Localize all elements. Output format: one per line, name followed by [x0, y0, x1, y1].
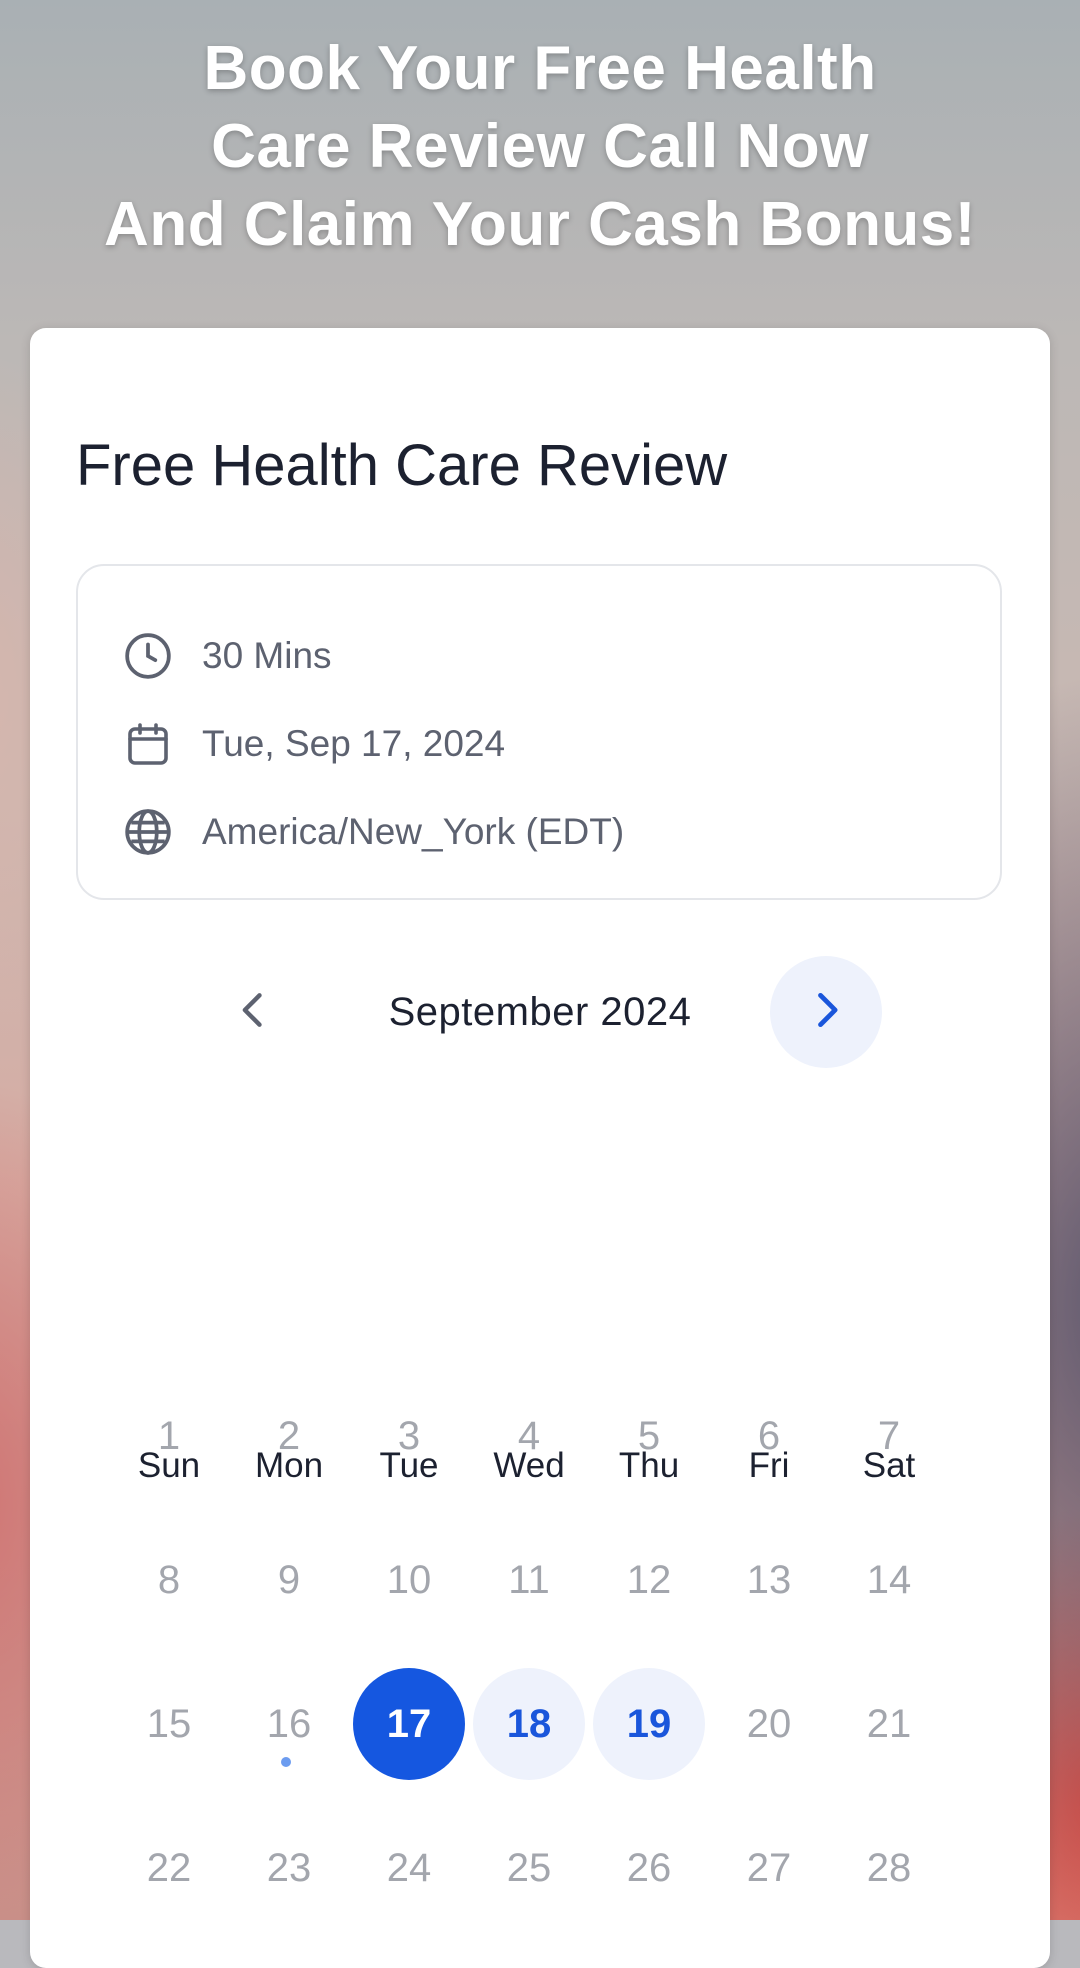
calendar-day: 9 [277, 1557, 301, 1602]
calendar-day: 6 [757, 1413, 781, 1458]
calendar-day: 1 [157, 1413, 181, 1458]
event-details: 30 Mins Tue, Sep 17, 2024 America/New_Yo… [76, 564, 1002, 900]
calendar-day: 8 [157, 1557, 181, 1602]
headline-line-3: And Claim Your Cash Bonus! [104, 190, 976, 259]
page-headline: Book Your Free Health Care Review Call N… [0, 30, 1080, 264]
next-month-button[interactable] [770, 956, 882, 1068]
duration-row: 30 Mins [122, 628, 332, 684]
calendar-day-available[interactable]: 19 [593, 1668, 705, 1780]
calendar-icon [122, 718, 174, 770]
calendar-day: 5 [637, 1413, 661, 1458]
calendar-day: 21 [866, 1701, 912, 1746]
month-navigation: September 2024 [30, 956, 1050, 1068]
duration-text: 30 Mins [202, 635, 332, 676]
calendar-day: 22 [146, 1845, 192, 1890]
headline-line-2: Care Review Call Now [211, 112, 869, 181]
timezone-row: America/New_York (EDT) [122, 804, 624, 860]
globe-icon [122, 806, 174, 858]
chevron-right-icon [804, 988, 848, 1037]
calendar-day: 13 [746, 1557, 792, 1602]
booking-card: Free Health Care Review 30 Mins Tue, Sep… [30, 328, 1050, 1968]
date-row: Tue, Sep 17, 2024 [122, 716, 505, 772]
calendar-day: 7 [877, 1413, 901, 1458]
clock-icon [122, 630, 174, 682]
date-text: Tue, Sep 17, 2024 [202, 723, 506, 764]
event-title: Free Health Care Review [76, 433, 728, 498]
calendar-day: 3 [397, 1413, 421, 1458]
month-label: September 2024 [388, 990, 692, 1034]
calendar-day-available[interactable]: 18 [473, 1668, 585, 1780]
calendar-day: 2 [277, 1413, 301, 1458]
calendar-day: 12 [626, 1557, 672, 1602]
calendar-day: 20 [746, 1701, 792, 1746]
chevron-left-icon [232, 988, 276, 1037]
calendar-day-selected[interactable]: 17 [353, 1668, 465, 1780]
calendar-day: 15 [146, 1701, 192, 1746]
calendar-day: 26 [626, 1845, 672, 1890]
headline-line-1: Book Your Free Health [203, 34, 877, 103]
calendar-day: 4 [517, 1413, 541, 1458]
today-indicator-dot [281, 1757, 291, 1767]
calendar-day: 25 [506, 1845, 552, 1890]
calendar-day: 23 [266, 1845, 312, 1890]
calendar-day: 28 [866, 1845, 912, 1890]
calendar-day: 27 [746, 1845, 792, 1890]
calendar-day: 11 [508, 1557, 550, 1602]
calendar-day: 24 [386, 1845, 432, 1890]
calendar-day: 10 [386, 1557, 432, 1602]
timezone-text: America/New_York (EDT) [202, 811, 625, 852]
calendar-day: 14 [866, 1557, 912, 1602]
